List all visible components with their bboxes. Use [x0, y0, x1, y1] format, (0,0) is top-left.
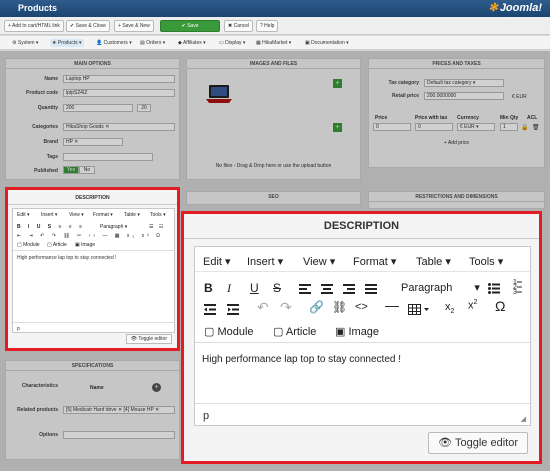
small-image-button[interactable]: ▣ Image: [75, 242, 95, 248]
small-menu-tools[interactable]: Tools ▾: [150, 212, 166, 218]
small-format-buttons[interactable]: B I U S ≡ ≡ ≡: [17, 224, 85, 230]
menu-tools[interactable]: Tools ▾: [469, 255, 503, 268]
small-paragraph-select[interactable]: Paragraph ▾: [100, 224, 127, 230]
description-title-small: DESCRIPTION: [75, 195, 110, 201]
underline-icon[interactable]: U: [250, 281, 259, 295]
toolbar: + Add to cart/HTML link ✔ Save & Close +…: [0, 17, 550, 35]
menu-format[interactable]: Format ▾: [353, 255, 396, 268]
superscript-icon[interactable]: x2: [468, 299, 477, 312]
add-cart-link-button[interactable]: + Add to cart/HTML link: [4, 20, 64, 32]
small-list-buttons[interactable]: ☰ ☷: [149, 224, 165, 230]
align-justify-icon[interactable]: [365, 284, 377, 294]
joomla-logo: ✻ Joomla!: [488, 2, 542, 14]
description-panel-small: DESCRIPTION Edit ▾ Insert ▾ View ▾ Forma…: [5, 187, 180, 351]
resize-handle-icon[interactable]: ◢: [521, 415, 526, 423]
article-button[interactable]: ▢ Article: [273, 325, 316, 338]
menu-customers[interactable]: 👤 Customers ▾: [96, 39, 132, 47]
numbered-list-icon[interactable]: 1═ 2═ 3═: [513, 279, 522, 296]
menu-system[interactable]: ⚙ System ▾: [12, 39, 38, 47]
bullet-list-icon[interactable]: [488, 283, 500, 294]
menu-insert[interactable]: Insert ▾: [247, 255, 283, 268]
admin-header: Products ✻ Joomla!: [0, 0, 550, 17]
small-menu-edit[interactable]: Edit ▾: [17, 212, 30, 218]
menu-hikamarket[interactable]: ▦ HikaMarket ▾: [256, 39, 291, 47]
unlink-icon[interactable]: ⛓: [332, 300, 347, 314]
small-menu-format[interactable]: Format ▾: [93, 212, 113, 218]
article-icon: ▢: [273, 326, 284, 338]
editor-content[interactable]: High performance lap top to stay connect…: [202, 354, 401, 365]
save-button[interactable]: ✔ Save: [160, 20, 220, 32]
strikethrough-icon[interactable]: S: [273, 281, 281, 295]
module-icon: ▢: [204, 326, 215, 338]
small-menu-view[interactable]: View ▾: [69, 212, 84, 218]
description-title: DESCRIPTION: [323, 220, 400, 232]
menu-products[interactable]: ★ Products ▾: [50, 39, 84, 47]
path-indicator: p: [203, 410, 210, 422]
menu-affiliates[interactable]: ◆ Affiliates ▾: [178, 39, 206, 47]
toggle-editor-button-small[interactable]: 👁 Toggle editor: [125, 334, 172, 344]
paragraph-select[interactable]: Paragraph ▾: [401, 281, 480, 294]
outdent-icon[interactable]: [204, 304, 216, 315]
subscript-icon[interactable]: x2: [445, 301, 454, 315]
editor-small: Edit ▾ Insert ▾ View ▾ Format ▾ Table ▾ …: [12, 208, 175, 333]
editor-small-statusbar: p: [13, 322, 174, 333]
align-right-icon[interactable]: [343, 284, 355, 294]
menu-display[interactable]: ▭ Display ▾: [219, 39, 245, 47]
small-edit-buttons[interactable]: ⇤ ⇥ ↶ ↷ ⛓ ✂ ‹› — ▦ x₂ x² Ω: [17, 233, 163, 239]
menu-view[interactable]: View ▾: [303, 255, 335, 268]
menu-orders[interactable]: ▤ Orders ▾: [140, 39, 165, 47]
description-panel-zoomed: DESCRIPTION Edit ▾ Insert ▾ View ▾ Forma…: [181, 211, 542, 464]
undo-icon[interactable]: ↶: [257, 299, 269, 316]
bold-icon[interactable]: B: [204, 281, 213, 295]
cancel-button[interactable]: ✖ Cancel: [224, 20, 254, 32]
align-center-icon[interactable]: [321, 284, 333, 294]
special-char-icon[interactable]: Ω: [495, 298, 505, 314]
code-icon[interactable]: <>: [355, 301, 368, 313]
menu-documentation[interactable]: ▣ Documentation ▾: [305, 39, 349, 47]
help-button[interactable]: ? Help: [256, 20, 279, 32]
align-left-icon[interactable]: [299, 284, 311, 294]
image-button[interactable]: ▣ Image: [335, 325, 379, 338]
eye-icon: 👁: [438, 437, 453, 449]
menu-table[interactable]: Table ▾: [416, 255, 451, 268]
indent-icon[interactable]: [227, 304, 239, 315]
page-title: Products: [18, 3, 58, 13]
editor-statusbar: p ◢: [195, 403, 530, 426]
editor-toolbar: Edit ▾ Insert ▾ View ▾ Format ▾ Table ▾ …: [195, 247, 530, 343]
menu-edit[interactable]: Edit ▾: [203, 255, 231, 268]
small-menu-table[interactable]: Table ▾: [124, 212, 140, 218]
small-menu-insert[interactable]: Insert ▾: [41, 212, 57, 218]
editor-small-toolbar: Edit ▾ Insert ▾ View ▾ Format ▾ Table ▾ …: [13, 209, 174, 251]
redo-icon[interactable]: ↷: [280, 299, 292, 316]
toggle-editor-button[interactable]: 👁 Toggle editor: [428, 432, 528, 454]
small-path-indicator: p: [17, 326, 20, 332]
save-new-button[interactable]: + Save & New: [114, 20, 154, 32]
italic-icon[interactable]: I: [227, 281, 231, 296]
link-icon[interactable]: 🔗: [309, 300, 324, 314]
small-module-button[interactable]: ▢ Module: [17, 242, 40, 248]
editor-small-content[interactable]: High performance lap top to stay connect…: [17, 255, 117, 261]
horizontal-rule-icon[interactable]: —: [385, 297, 399, 313]
component-menu: ⚙ System ▾ ★ Products ▾ 👤 Customers ▾ ▤ …: [0, 36, 550, 50]
save-close-button[interactable]: ✔ Save & Close: [66, 20, 110, 32]
small-article-button[interactable]: ▢ Article: [47, 242, 67, 248]
module-button[interactable]: ▢ Module: [204, 325, 254, 338]
editor: Edit ▾ Insert ▾ View ▾ Format ▾ Table ▾ …: [194, 246, 531, 426]
table-icon[interactable]: [408, 304, 430, 315]
image-icon: ▣: [335, 326, 346, 338]
